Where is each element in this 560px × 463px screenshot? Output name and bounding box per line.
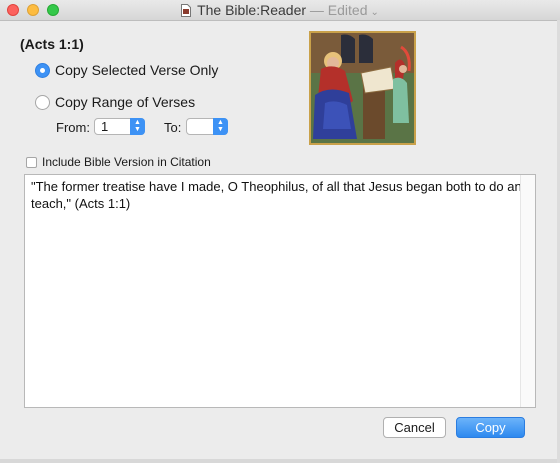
include-version-label: Include Bible Version in Citation [42, 155, 211, 169]
copy-range-radio[interactable] [35, 94, 50, 110]
scrollbar[interactable] [520, 175, 535, 407]
copy-selected-option[interactable]: Copy Selected Verse Only [35, 62, 218, 78]
verse-reference-label: (Acts 1:1) [20, 36, 84, 52]
to-label: To: [164, 120, 182, 135]
citation-text-area[interactable]: "The former treatise have I made, O Theo… [24, 174, 536, 408]
saint-luke-painting [311, 33, 414, 143]
copy-selected-radio[interactable] [35, 62, 50, 78]
window-bottom-edge [0, 459, 560, 463]
copy-selected-label: Copy Selected Verse Only [55, 62, 219, 78]
stepper-arrows-icon[interactable]: ▲ ▼ [130, 118, 145, 135]
illuminated-manuscript-image [309, 31, 416, 145]
from-verse-popup[interactable]: 1 ▲ ▼ [94, 118, 145, 135]
from-verse-value: 1 [101, 119, 109, 134]
copy-range-option[interactable]: Copy Range of Verses [35, 94, 195, 110]
copy-button[interactable]: Copy [456, 417, 525, 438]
from-label: From: [56, 120, 90, 135]
cancel-button[interactable]: Cancel [383, 417, 446, 438]
citation-text: "The former treatise have I made, O Theo… [31, 179, 529, 211]
window-title-area[interactable]: The Bible:Reader — Edited ⌄ [0, 2, 560, 21]
title-bar: The Bible:Reader — Edited ⌄ [0, 0, 560, 21]
document-icon [181, 4, 192, 17]
include-version-option[interactable]: Include Bible Version in Citation [26, 155, 211, 169]
include-version-checkbox[interactable] [26, 156, 37, 168]
copy-range-label: Copy Range of Verses [55, 94, 196, 110]
window-title: The Bible:Reader [197, 2, 307, 18]
chevron-down-icon[interactable]: ⌄ [371, 7, 379, 18]
edited-status: — Edited [309, 2, 368, 18]
stepper-arrows-icon[interactable]: ▲ ▼ [213, 118, 228, 135]
to-verse-popup[interactable]: ▲ ▼ [186, 118, 228, 135]
